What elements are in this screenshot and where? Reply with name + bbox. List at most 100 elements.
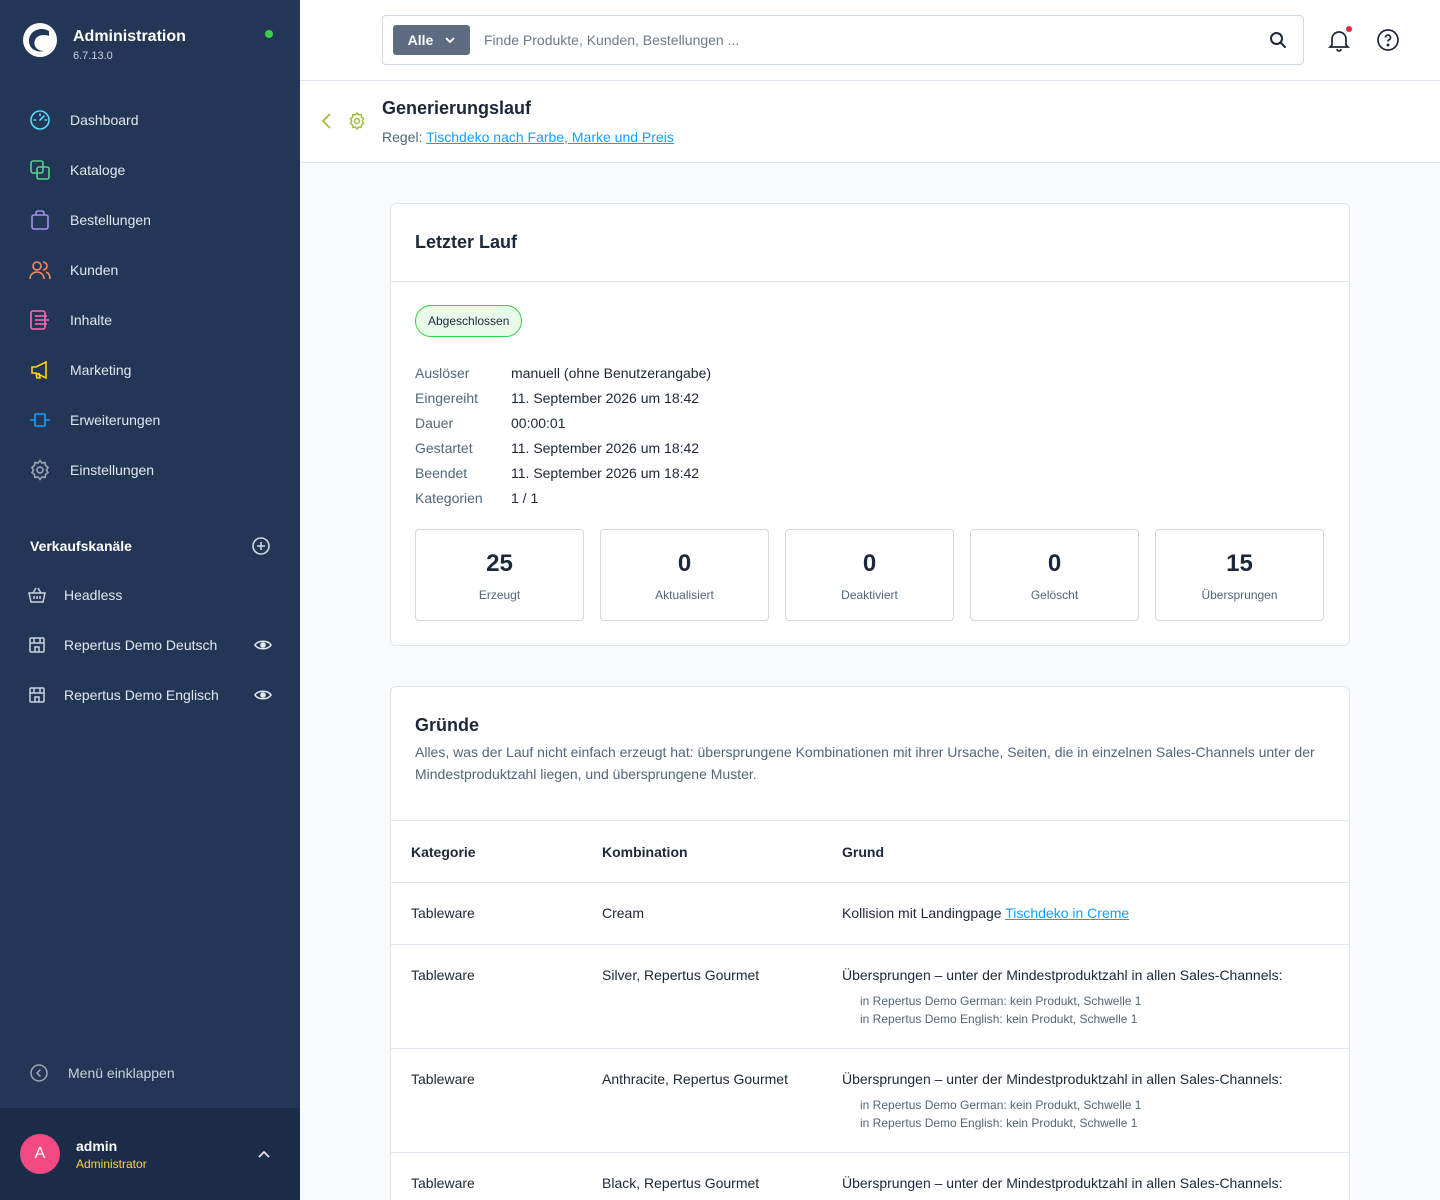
- reasons-card: Gründe Alles, was der Lauf nicht einfach…: [390, 686, 1350, 1200]
- table-row: Tableware Silver, Repertus Gourmet Übers…: [391, 945, 1349, 1049]
- user-role: Administrator: [76, 1156, 147, 1171]
- table-row: Tableware Cream Kollision mit Landingpag…: [391, 883, 1349, 945]
- nav-item-orders[interactable]: Bestellungen: [0, 195, 300, 245]
- cell-category: Tableware: [411, 1175, 475, 1191]
- nav-item-content[interactable]: Inhalte: [0, 295, 300, 345]
- status-badge: Abgeschlossen: [415, 305, 523, 337]
- user-name: admin: [76, 1137, 118, 1154]
- column-header: Grund: [842, 843, 884, 860]
- app-title: Administration: [73, 28, 186, 45]
- sales-channel-label: Repertus Demo Deutsch: [64, 637, 218, 653]
- content-icon: [28, 308, 52, 332]
- avatar: A: [20, 1134, 60, 1174]
- gear-icon: [349, 112, 365, 130]
- chevron-up-icon[interactable]: [258, 1150, 270, 1158]
- stat-skipped: 15 Übersprungen: [1155, 529, 1324, 621]
- nav-label: Erweiterungen: [70, 412, 161, 428]
- reasons-table: Kategorie Kombination Grund Tableware Cr…: [391, 820, 1349, 1200]
- rule-link[interactable]: Tischdeko nach Farbe, Marke und Preis: [426, 129, 674, 145]
- reason-detail: in Repertus Demo German: kein Produkt, S…: [860, 994, 1142, 1008]
- cell-reason: Kollision mit Landingpage Tischdeko in C…: [842, 905, 1349, 944]
- nav-item-settings[interactable]: Einstellungen: [0, 445, 300, 495]
- sales-channel-repertus-de[interactable]: Repertus Demo Deutsch: [0, 620, 300, 670]
- help-icon: [1377, 29, 1399, 51]
- sales-channel-headless[interactable]: Headless: [0, 570, 300, 620]
- table-row: Tableware Anthracite, Repertus Gourmet Ü…: [391, 1049, 1349, 1153]
- sidebar: Administration 6.7.13.0 Dashboard Katalo…: [0, 0, 300, 1200]
- collapse-menu-label: Menü einklappen: [68, 1065, 175, 1081]
- back-arrow-icon[interactable]: [320, 112, 334, 130]
- shopware-logo-icon: [23, 23, 57, 57]
- table-header: Kategorie Kombination Grund: [391, 821, 1349, 883]
- detail-row: Dauer 00:00:01: [415, 410, 711, 435]
- reason-text: Übersprungen – unter der Mindestproduktz…: [842, 967, 1283, 983]
- nav-item-dashboard[interactable]: Dashboard: [0, 95, 300, 145]
- nav-item-customers[interactable]: Kunden: [0, 245, 300, 295]
- cell-combination: Black, Repertus Gourmet: [602, 1175, 760, 1191]
- storefront-icon: [29, 687, 45, 703]
- sales-channel-label: Repertus Demo Englisch: [64, 687, 219, 703]
- column-header: Kombination: [602, 843, 688, 860]
- reason-text: Übersprungen – unter der Mindestproduktz…: [842, 1175, 1283, 1191]
- nav-label: Marketing: [70, 362, 132, 378]
- sales-channel-repertus-en[interactable]: Repertus Demo Englisch: [0, 670, 300, 720]
- last-run-card: Letzter Lauf Abgeschlossen Auslöser manue…: [390, 203, 1350, 646]
- cell-combination: Silver, Repertus Gourmet: [602, 967, 760, 983]
- search-button[interactable]: [1253, 16, 1303, 64]
- customers-icon: [28, 258, 52, 282]
- cell-reason: Übersprungen – unter der Mindestproduktz…: [842, 967, 1349, 1048]
- cell-combination: Cream: [602, 905, 645, 921]
- stat-label: Gelöscht: [1030, 588, 1079, 602]
- detail-row: Auslöser manuell (ohne Benutzerangabe): [415, 360, 711, 385]
- eye-icon[interactable]: [254, 689, 272, 701]
- sales-channels-header: Verkaufskanäle: [30, 537, 270, 555]
- orders-icon: [28, 208, 52, 232]
- stat-label: Übersprungen: [1201, 588, 1278, 602]
- nav-label: Kataloge: [70, 162, 126, 178]
- detail-key: Dauer: [415, 414, 454, 431]
- dashboard-icon: [28, 108, 52, 132]
- nav-item-extensions[interactable]: Erweiterungen: [0, 395, 300, 445]
- nav-label: Dashboard: [70, 112, 139, 128]
- landingpage-link[interactable]: Tischdeko in Creme: [1005, 905, 1129, 921]
- search-icon: [1270, 32, 1286, 48]
- sales-channel-list: Headless Repertus Demo Deutsch Repertus …: [0, 570, 300, 720]
- nav-item-catalog[interactable]: Kataloge: [0, 145, 300, 195]
- stat-label: Deaktiviert: [841, 588, 898, 602]
- detail-row: Eingereiht 11. September 2026 um 18:42: [415, 385, 711, 410]
- cell-reason: Übersprungen – unter der Mindestproduktz…: [842, 1175, 1349, 1200]
- help-button[interactable]: [1376, 28, 1400, 57]
- add-sales-channel-icon[interactable]: [252, 537, 270, 555]
- chevron-down-icon: [445, 37, 455, 43]
- nav-label: Kunden: [70, 262, 119, 278]
- nav-item-marketing[interactable]: Marketing: [0, 345, 300, 395]
- notification-badge: [1346, 26, 1352, 32]
- stat-value: 25: [486, 550, 513, 577]
- user-panel[interactable]: A admin Administrator: [0, 1108, 300, 1200]
- stat-label: Erzeugt: [478, 588, 521, 602]
- stat-created: 25 Erzeugt: [415, 529, 584, 621]
- app-version: 6.7.13.0: [73, 50, 113, 62]
- search-input[interactable]: [484, 32, 1253, 48]
- search-scope-select[interactable]: Alle: [393, 25, 470, 55]
- stat-value: 0: [1047, 550, 1062, 577]
- notifications-button[interactable]: [1327, 26, 1352, 57]
- eye-icon[interactable]: [254, 639, 272, 651]
- reason-detail: in Repertus Demo English: kein Produkt, …: [860, 1116, 1138, 1130]
- stat-label: Aktualisiert: [655, 588, 714, 602]
- reason-detail: in Repertus Demo English: kein Produkt, …: [860, 1012, 1138, 1026]
- detail-value: 1 / 1: [511, 489, 539, 506]
- sales-channel-label: Headless: [64, 587, 123, 603]
- detail-value: 00:00:01: [511, 414, 566, 431]
- run-details: Auslöser manuell (ohne Benutzerangabe) Ei…: [415, 360, 711, 510]
- nav-label: Einstellungen: [70, 462, 155, 478]
- detail-value: manuell (ohne Benutzerangabe): [511, 364, 712, 381]
- stat-deactivated: 0 Deaktiviert: [785, 529, 954, 621]
- detail-key: Kategorien: [415, 489, 483, 506]
- detail-row: Beendet 11. September 2026 um 18:42: [415, 460, 711, 485]
- collapse-menu-button[interactable]: Menü einklappen: [30, 1064, 175, 1082]
- cell-category: Tableware: [411, 1071, 475, 1087]
- last-run-title: Letzter Lauf: [391, 204, 1349, 282]
- detail-key: Beendet: [415, 464, 468, 481]
- collapse-arrow-icon: [30, 1064, 48, 1082]
